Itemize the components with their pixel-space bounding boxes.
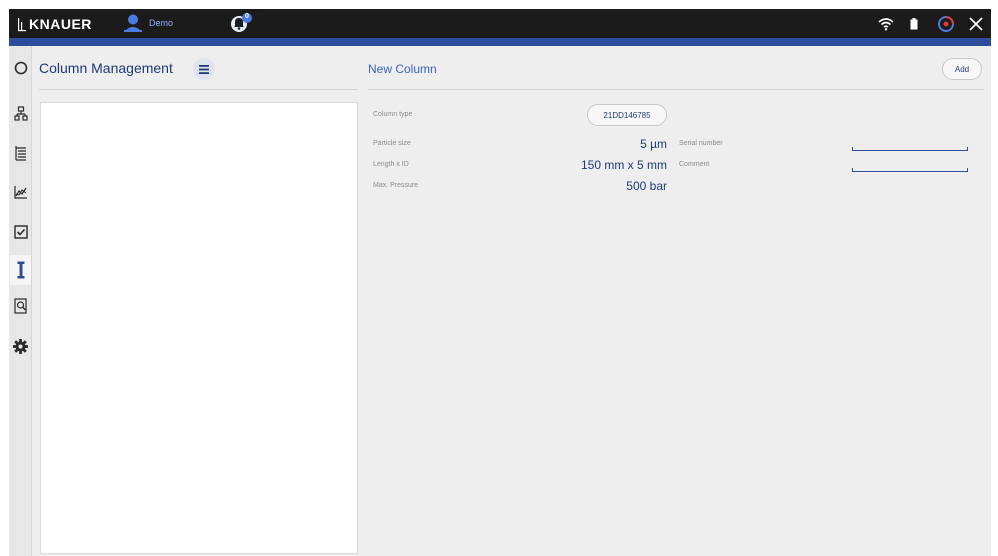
knauer-logo: KNAUER bbox=[17, 14, 92, 34]
sync-status-icon bbox=[938, 16, 954, 32]
checkbox-icon bbox=[13, 225, 28, 239]
max-pressure-value: 500 bar bbox=[626, 179, 667, 193]
page-title: Column Management bbox=[39, 60, 173, 76]
hamburger-icon bbox=[199, 64, 209, 74]
column-type-select[interactable]: 21DD146785 bbox=[587, 104, 667, 126]
sidebar-item-chart[interactable] bbox=[10, 179, 31, 205]
user-icon bbox=[124, 14, 142, 32]
sidebar-item-report[interactable] bbox=[10, 293, 31, 319]
sidebar bbox=[9, 46, 32, 556]
sidebar-item-columns[interactable] bbox=[10, 255, 31, 285]
wifi-icon bbox=[878, 18, 894, 31]
add-button[interactable]: Add bbox=[942, 58, 982, 80]
notification-button[interactable]: 0 bbox=[229, 12, 253, 34]
wifi-status bbox=[873, 13, 899, 35]
column-icon bbox=[17, 261, 24, 279]
gear-icon bbox=[13, 338, 28, 354]
menu-button[interactable] bbox=[193, 58, 215, 80]
length-id-label: Length x ID bbox=[373, 161, 409, 168]
flow-diagram-icon bbox=[13, 106, 28, 121]
search-document-icon bbox=[13, 298, 27, 314]
battery-icon bbox=[910, 18, 918, 30]
top-bar: KNAUER Demo 0 bbox=[9, 9, 991, 38]
list-tree-icon bbox=[14, 146, 26, 161]
sync-status bbox=[935, 13, 957, 35]
serial-number-field[interactable] bbox=[852, 147, 968, 151]
sidebar-item-list[interactable] bbox=[10, 140, 31, 166]
close-icon bbox=[969, 17, 983, 31]
column-list[interactable] bbox=[40, 102, 358, 554]
column-detail-panel: New Column Add Column type 21DD146785 Pa… bbox=[361, 46, 991, 556]
max-pressure-label: Max. Pressure bbox=[373, 182, 419, 189]
sidebar-item-settings[interactable] bbox=[10, 333, 31, 359]
notification-count: 0 bbox=[245, 13, 249, 20]
app-window: KNAUER Demo 0 Column Management New Colu… bbox=[9, 9, 991, 556]
user-label: Demo bbox=[149, 18, 174, 28]
divider bbox=[39, 89, 357, 90]
comment-label: Comment bbox=[679, 161, 710, 168]
particle-size-label: Particle size bbox=[373, 140, 411, 147]
accent-bar bbox=[9, 38, 991, 46]
particle-size-value: 5 µm bbox=[640, 137, 667, 151]
close-button[interactable] bbox=[965, 13, 987, 35]
sidebar-item-flow[interactable] bbox=[10, 101, 31, 127]
battery-status bbox=[905, 13, 923, 35]
comment-field[interactable] bbox=[852, 168, 968, 172]
brand-name: KNAUER bbox=[29, 16, 92, 32]
circle-status-icon bbox=[14, 61, 27, 75]
length-id-value: 150 mm x 5 mm bbox=[580, 158, 667, 172]
column-list-panel: Column Management bbox=[31, 46, 361, 556]
serial-number-label: Serial number bbox=[679, 140, 723, 147]
sidebar-item-status[interactable] bbox=[10, 55, 31, 81]
knauer-logo-icon bbox=[18, 18, 26, 32]
column-type-label: Column type bbox=[373, 111, 413, 118]
divider bbox=[368, 89, 984, 90]
chart-icon bbox=[13, 186, 27, 199]
user-menu[interactable]: Demo bbox=[123, 13, 173, 33]
sidebar-item-check[interactable] bbox=[10, 219, 31, 245]
detail-title: New Column bbox=[368, 62, 437, 76]
